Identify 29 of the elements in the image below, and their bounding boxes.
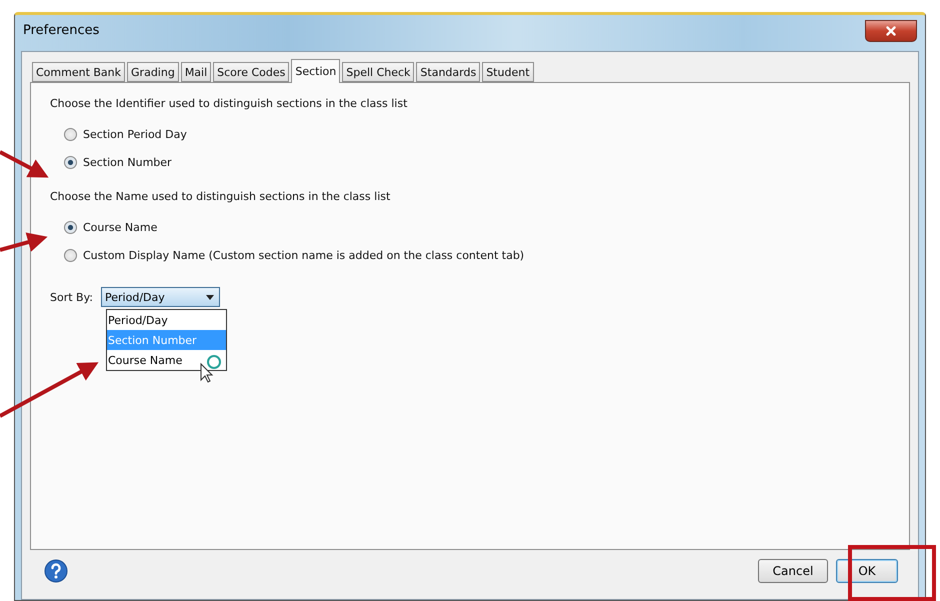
arrow-drawing [0,232,48,252]
radio-button[interactable] [64,248,77,262]
tab[interactable]: Spell Check [342,62,414,82]
tab[interactable]: Score Codes [213,62,290,82]
window-title: Preferences [23,23,100,38]
arrow-drawing [0,150,49,178]
caret-icon [206,294,214,300]
tab[interactable]: Comment Bank [32,62,126,82]
group-heading: Choose the Name used to distinguish sections in the class list [50,190,392,203]
radio-button[interactable] [64,128,77,140]
tab[interactable]: Standards [416,62,480,82]
dialog-button[interactable]: OK [836,559,898,583]
radio-label: Course Name [83,220,158,234]
tab[interactable]: Grading [127,62,179,82]
radio-label: Custom Display Name (Custom section name is added on the class content tab) [83,248,524,262]
help-icon[interactable] [44,559,68,583]
radio-button[interactable] [64,156,77,168]
close-icon [884,24,898,38]
dialog-button[interactable]: Cancel [758,559,828,583]
group-heading: Choose the Identifier used to distinguish sections in the class list [50,97,408,110]
tab[interactable]: Section [291,59,340,83]
close-button[interactable] [865,20,917,42]
sort-dropdown[interactable]: Period/Day [101,287,220,307]
sort-label: Sort By: [50,290,94,304]
radio-button[interactable] [64,220,77,234]
radio-label: Section Number [83,156,172,168]
tab[interactable]: Student [482,62,534,82]
radio-label: Section Period Day [83,128,187,140]
tab[interactable]: Mail [180,62,212,82]
